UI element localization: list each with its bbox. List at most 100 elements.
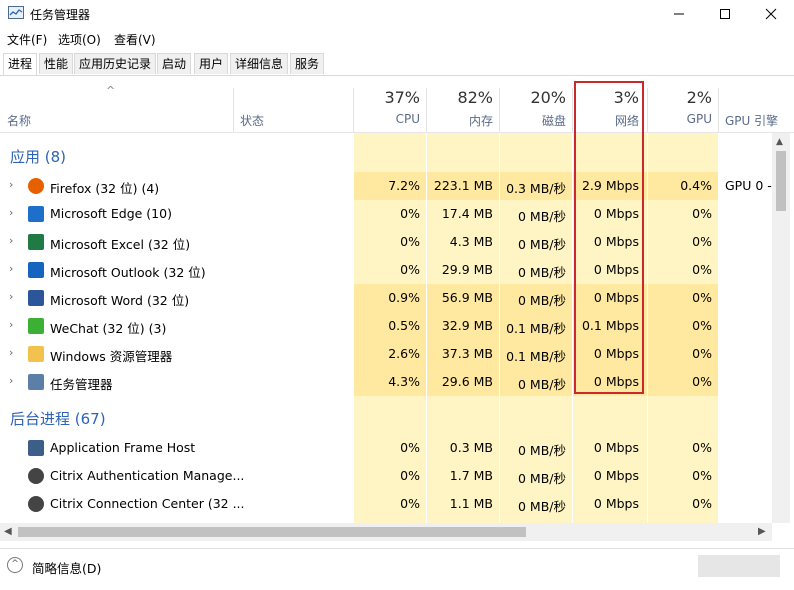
close-button[interactable] [748,0,794,28]
scroll-left-icon[interactable]: ◀ [4,526,12,537]
disk-value: 0.1 MB/秒 [506,321,566,336]
disk-value: 0 MB/秒 [518,471,566,486]
process-name: Windows 资源管理器 [50,349,173,364]
chevron-right-icon[interactable]: › [9,374,13,387]
cpu-value: 7.2% [388,178,420,193]
scroll-up-icon[interactable]: ▲ [776,137,783,147]
gpu-value: 0% [692,346,712,361]
disk-value: 0 MB/秒 [518,499,566,514]
cpu-value: 4.3% [388,374,420,389]
gpu-engine-value: GPU 0 - [725,178,772,193]
disk-value: 0 MB/秒 [518,293,566,308]
mem-total[interactable]: 82% [428,88,493,107]
group-background-header[interactable]: 后台进程 (67) [10,408,106,429]
disk-value: 0 MB/秒 [518,237,566,252]
group-apps-header[interactable]: 应用 (8) [10,146,66,167]
vertical-scrollbar[interactable]: ▲ [772,133,790,523]
process-name: 任务管理器 [50,377,113,392]
process-name: WeChat (32 位) (3) [50,321,167,336]
mem-value: 32.9 MB [441,318,493,333]
process-name: Citrix Connection Center (32 ... [50,496,245,511]
tab-performance[interactable]: 性能 [39,53,74,74]
cpu-value: 0% [400,262,420,277]
cpu-value: 0% [400,440,420,455]
horizontal-scrollbar[interactable]: ◀ ▶ [0,523,772,541]
process-name: Firefox (32 位) (4) [50,181,160,196]
tab-services[interactable]: 服务 [290,53,325,74]
cpu-value: 0.9% [388,290,420,305]
edge-icon [28,206,44,222]
folder-icon [28,346,44,362]
maximize-icon [720,9,730,19]
column-status[interactable]: 状态 [240,112,264,129]
maximize-button[interactable] [702,0,748,28]
process-name: Microsoft Outlook (32 位) [50,265,206,280]
mem-value: 17.4 MB [441,206,493,221]
wechat-icon [28,318,44,334]
column-disk[interactable]: 磁盘 [500,112,566,129]
process-name: Citrix Authentication Manage... [50,468,245,483]
menu-file[interactable]: 文件(F) [7,31,47,48]
gpu-value: 0% [692,206,712,221]
close-icon [765,8,777,20]
tab-details[interactable]: 详细信息 [230,53,289,74]
cpu-value: 0% [400,496,420,511]
cpu-value: 0% [400,206,420,221]
chevron-right-icon[interactable]: › [9,346,13,359]
chevron-right-icon[interactable]: › [9,318,13,331]
chevron-right-icon[interactable]: › [9,206,13,219]
disk-value: 0 MB/秒 [518,443,566,458]
gpu-value: 0% [692,440,712,455]
disk-value: 0 MB/秒 [518,377,566,392]
gpu-value: 0% [692,234,712,249]
disk-value: 0 MB/秒 [518,265,566,280]
firefox-icon [28,178,44,194]
chevron-right-icon[interactable]: › [9,290,13,303]
app-frame-icon [28,440,44,456]
process-name: Microsoft Word (32 位) [50,293,190,308]
gpu-value: 0% [692,290,712,305]
fewer-details-link[interactable]: 简略信息(D) [32,558,101,577]
menu-view[interactable]: 查看(V) [114,31,156,48]
chevron-right-icon[interactable]: › [9,262,13,275]
collapse-icon[interactable]: ^ [7,557,23,573]
scroll-right-icon[interactable]: ▶ [758,526,766,537]
cpu-value: 0% [400,468,420,483]
column-name[interactable]: 名称 [7,112,31,129]
process-name: Microsoft Edge (10) [50,206,172,221]
minimize-icon [674,13,684,15]
citrix-icon [28,496,44,512]
disk-total[interactable]: 20% [500,88,566,107]
disk-value: 0.3 MB/秒 [506,181,566,196]
mem-value: 29.6 MB [441,374,493,389]
menu-options[interactable]: 选项(O) [58,31,101,48]
cpu-total[interactable]: 37% [356,88,420,107]
window-title: 任务管理器 [30,8,91,22]
gpu-total[interactable]: 2% [650,88,712,107]
tab-app-history[interactable]: 应用历史记录 [74,53,157,74]
task-manager-icon [8,6,24,19]
tab-users[interactable]: 用户 [194,53,229,74]
vertical-scroll-thumb[interactable] [776,151,786,211]
footer [0,548,794,590]
horizontal-scroll-thumb[interactable] [18,527,526,537]
end-task-button[interactable] [698,555,780,577]
column-gpu[interactable]: GPU [650,112,712,126]
gpu-value: 0% [692,318,712,333]
net-value: 0 Mbps [593,496,639,511]
column-cpu[interactable]: CPU [356,112,420,126]
chevron-right-icon[interactable]: › [9,178,13,191]
mem-value: 4.3 MB [449,234,493,249]
task-manager-icon [28,374,44,390]
gpu-value: 0% [692,496,712,511]
chevron-right-icon[interactable]: › [9,234,13,247]
gpu-value: 0% [692,262,712,277]
column-memory[interactable]: 内存 [428,112,493,129]
tab-startup[interactable]: 启动 [157,53,192,74]
mem-value: 223.1 MB [433,178,493,193]
network-column-highlight [574,81,644,394]
minimize-button[interactable] [656,0,702,28]
gpu-value: 0% [692,468,712,483]
tab-processes[interactable]: 进程 [3,53,38,75]
column-gpu-engine[interactable]: GPU 引擎 [725,112,778,129]
